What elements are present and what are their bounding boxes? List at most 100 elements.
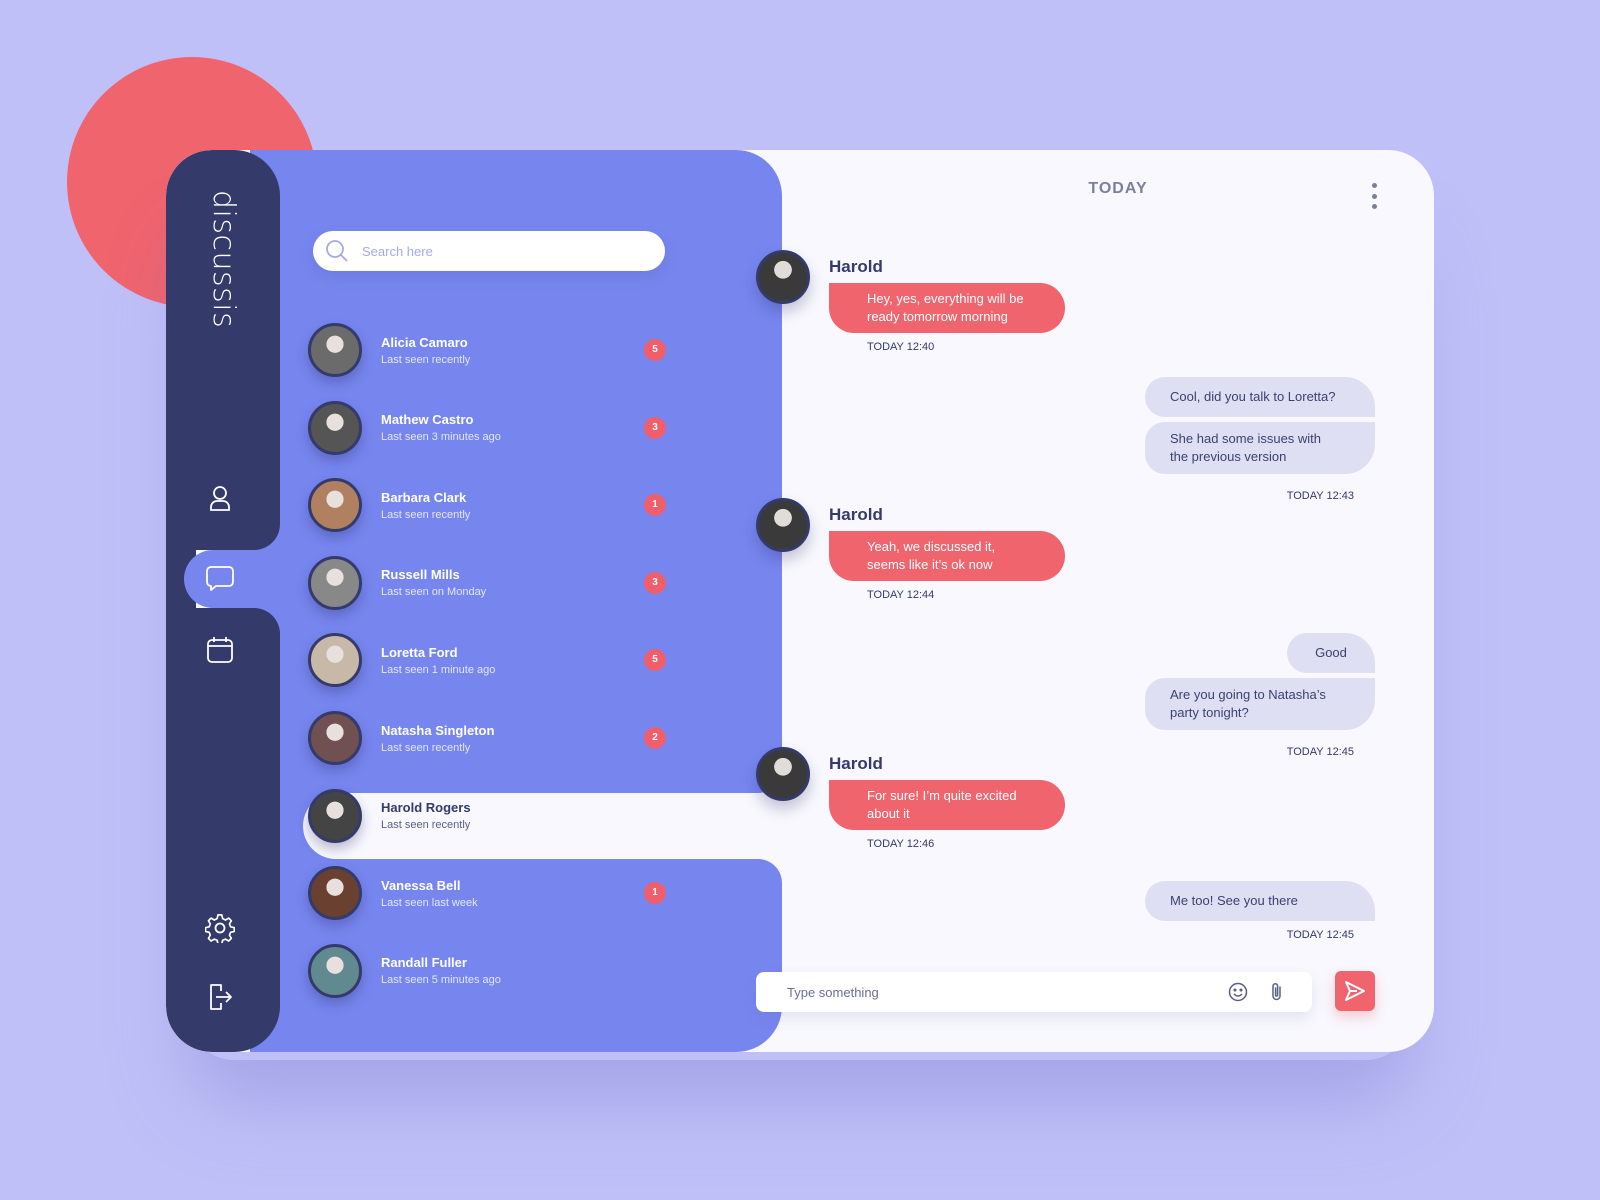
send-icon — [1345, 981, 1365, 1001]
message-text: Good — [1315, 645, 1347, 660]
contact-info: Natasha Singleton Last seen recently — [381, 723, 494, 754]
contact-last-seen: Last seen last week — [381, 896, 478, 909]
dot-icon — [1371, 193, 1377, 199]
contact-last-seen: Last seen on Monday — [381, 586, 487, 599]
logout-icon — [210, 984, 232, 1010]
outgoing-message-bubble: Cool, did you talk to Loretta? — [1145, 377, 1375, 417]
contact-item[interactable]: Randall Fuller Last seen 5 minutes ago — [298, 938, 688, 1004]
contact-info: Harold Rogers Last seen recently — [381, 800, 471, 831]
message-text: Hey, yes, everything will be — [867, 291, 1024, 306]
message-text: the previous version — [1170, 449, 1287, 464]
avatar — [308, 633, 362, 688]
outgoing-message-bubble: Me too! See you there — [1145, 881, 1375, 921]
contact-name: Randall Fuller — [381, 955, 467, 971]
dot-icon — [1371, 204, 1377, 209]
nav-calendar[interactable] — [205, 635, 235, 665]
contact-item[interactable]: Loretta Ford Last seen 1 minute ago 5 — [298, 627, 688, 693]
dot-icon — [1371, 183, 1377, 188]
contact-last-seen: Last seen 3 minutes ago — [381, 431, 501, 444]
unread-badge: 1 — [644, 494, 666, 517]
contact-info: Loretta Ford Last seen 1 minute ago — [381, 645, 495, 676]
message-time: TODAY 12:45 — [1286, 929, 1354, 941]
outgoing-message-bubble: Are you going to Natasha’s party tonight? — [1145, 678, 1375, 730]
avatar — [308, 788, 362, 843]
contact-name: Loretta Ford — [381, 644, 458, 660]
avatar — [308, 478, 362, 533]
contact-item[interactable]: Alicia Camaro Last seen recently 5 — [298, 317, 688, 383]
contact-item[interactable]: Harold Rogers Last seen recently — [298, 783, 688, 849]
nav-settings[interactable] — [205, 913, 235, 943]
message-text: Yeah, we discussed it, — [867, 539, 996, 554]
contact-info: Mathew Castro Last seen 3 minutes ago — [381, 412, 501, 443]
message-time: TODAY 12:45 — [1286, 746, 1354, 758]
avatar — [308, 323, 362, 377]
contact-last-seen: Last seen recently — [381, 508, 471, 521]
contact-info: Randall Fuller Last seen 5 minutes ago — [381, 955, 501, 986]
message-text: Are you going to Natasha’s — [1170, 687, 1326, 702]
brand-logo: discussis — [206, 190, 241, 329]
search-icon — [326, 240, 348, 262]
message-time: TODAY 12:46 — [867, 838, 935, 850]
more-options-button[interactable] — [1369, 183, 1379, 209]
avatar — [756, 498, 810, 552]
sender-name: Harold — [829, 505, 883, 524]
avatar — [308, 866, 362, 921]
contact-item[interactable]: Natasha Singleton Last seen recently 2 — [298, 705, 688, 771]
gear-icon — [205, 914, 235, 943]
sender-name: Harold — [829, 754, 883, 773]
avatar — [308, 400, 362, 455]
sender-name: Harold — [829, 257, 883, 276]
message-text: party tonight? — [1170, 705, 1249, 720]
chat-bubble-icon — [206, 566, 234, 591]
nav-profile[interactable] — [205, 483, 235, 513]
contact-name: Barbara Clark — [381, 489, 467, 505]
contact-last-seen: Last seen recently — [381, 353, 471, 366]
unread-badge: 5 — [644, 339, 666, 361]
outgoing-message-bubble: She had some issues with the previous ver… — [1145, 422, 1375, 474]
avatar — [308, 943, 362, 998]
search-bar — [313, 231, 665, 271]
contact-item[interactable]: Vanessa Bell Last seen last week 1 — [298, 860, 688, 926]
message-text: Me too! See you there — [1170, 893, 1298, 908]
contact-info: Vanessa Bell Last seen last week — [381, 878, 478, 909]
send-button[interactable] — [1335, 971, 1375, 1011]
calendar-icon — [207, 637, 233, 663]
contact-item[interactable]: Mathew Castro Last seen 3 minutes ago 3 — [298, 395, 688, 461]
nav-logout[interactable] — [205, 982, 235, 1012]
emoji-button[interactable] — [1227, 981, 1249, 1003]
contact-last-seen: Last seen 5 minutes ago — [381, 974, 501, 987]
contact-info: Barbara Clark Last seen recently — [381, 490, 470, 521]
nav-active-indicator — [184, 550, 304, 608]
contact-item[interactable]: Barbara Clark Last seen recently 1 — [298, 472, 688, 538]
avatar — [756, 747, 810, 801]
message-text: She had some issues with — [1170, 431, 1322, 446]
avatar — [308, 711, 362, 765]
search-input[interactable] — [362, 243, 642, 259]
message-time: TODAY 12:43 — [1286, 490, 1354, 502]
contact-last-seen: Last seen recently — [381, 741, 471, 754]
message-text: Cool, did you talk to Loretta? — [1170, 389, 1336, 404]
message-text: seems like it’s ok now — [867, 557, 993, 572]
contact-name: Natasha Singleton — [381, 722, 495, 738]
message-text: about it — [867, 806, 910, 821]
contact-name: Russell Mills — [381, 567, 460, 583]
contact-name: Harold Rogers — [381, 800, 471, 816]
nav-chats[interactable] — [205, 564, 235, 594]
contact-name: Mathew Castro — [381, 412, 474, 428]
outgoing-message-bubble: Good — [1287, 633, 1375, 673]
attach-button[interactable] — [1266, 981, 1288, 1003]
chat-date-header: TODAY — [1088, 180, 1148, 197]
contact-last-seen: Last seen 1 minute ago — [381, 663, 496, 676]
message-bubble: For sure! I’m quite excited about it — [829, 780, 1065, 830]
message-input[interactable] — [787, 984, 1207, 1000]
message-time: TODAY 12:40 — [867, 341, 935, 353]
message-bubble: Yeah, we discussed it, seems like it’s ok… — [829, 531, 1065, 581]
avatar — [308, 555, 362, 610]
user-icon — [210, 486, 230, 511]
contact-item[interactable]: Russell Mills Last seen on Monday 3 — [298, 550, 688, 616]
avatar — [756, 250, 810, 304]
unread-badge: 1 — [644, 882, 666, 905]
unread-badge: 3 — [644, 416, 666, 439]
contact-name: Vanessa Bell — [381, 877, 461, 893]
contact-name: Alicia Camaro — [381, 334, 468, 350]
